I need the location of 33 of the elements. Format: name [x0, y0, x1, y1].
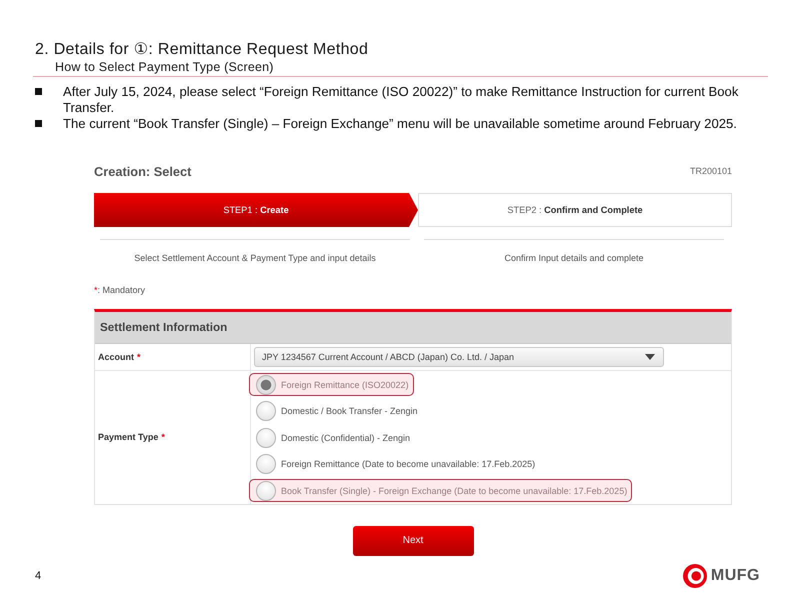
caret-down-icon	[645, 354, 655, 360]
option-label[interactable]: Domestic (Confidential) - Zengin	[281, 432, 410, 442]
step-indicator: STEP1 : Create	[94, 193, 418, 227]
section-title: Settlement Information	[100, 321, 228, 334]
logo-wordmark: MUFG	[710, 567, 760, 585]
account-select[interactable]: JPY 1234567 Current Account / ABCD (Japan) Co. Ltd. / Japan	[254, 347, 664, 367]
bullet-text: The current “Book Transfer (Single) – Foreign Exchange” menu will be unavailable sometime around February 2025.	[63, 116, 738, 132]
bullet-square-icon	[35, 120, 42, 127]
radio-button[interactable]	[256, 401, 276, 421]
slide-title: 2. Details for ①: Remittance Request Method	[35, 40, 368, 60]
option-label[interactable]: Foreign Remittance (Date to become unavailable: 17.Feb.2025)	[281, 459, 536, 469]
screen-title: Creation: Select	[94, 164, 192, 178]
page-number: 4	[35, 570, 42, 582]
step-description: Select Settlement Account & Payment Type and input details	[134, 252, 376, 265]
step-description: Confirm Input details and complete	[504, 252, 644, 265]
required-mark: *	[161, 432, 165, 442]
option-label[interactable]: Domestic / Book Transfer - Zengin	[281, 406, 418, 416]
logo-icon	[682, 564, 707, 588]
bullet-text: After July 15, 2024, please select “Foreign Remittance (ISO 20022)” to make Remittance Instruction for current Book Transfer.	[63, 84, 740, 116]
radio-button[interactable]	[256, 454, 276, 474]
screen-id: TR200101	[690, 166, 732, 176]
step-indicator: STEP2 : Confirm and Complete	[418, 193, 732, 227]
slide-subtitle: How to Select Payment Type (Screen)	[55, 60, 274, 75]
radio-button[interactable]	[256, 374, 276, 394]
bullet-square-icon	[35, 88, 42, 95]
required-mark: *	[94, 284, 98, 297]
field-label: Payment Type	[98, 432, 158, 442]
radio-button[interactable]	[256, 480, 276, 500]
field-label: Account	[98, 352, 134, 362]
next-button[interactable]: Next	[352, 526, 474, 556]
mandatory-note: : Mandatory	[98, 284, 146, 297]
required-mark: *	[137, 352, 141, 362]
radio-button[interactable]	[256, 428, 276, 448]
